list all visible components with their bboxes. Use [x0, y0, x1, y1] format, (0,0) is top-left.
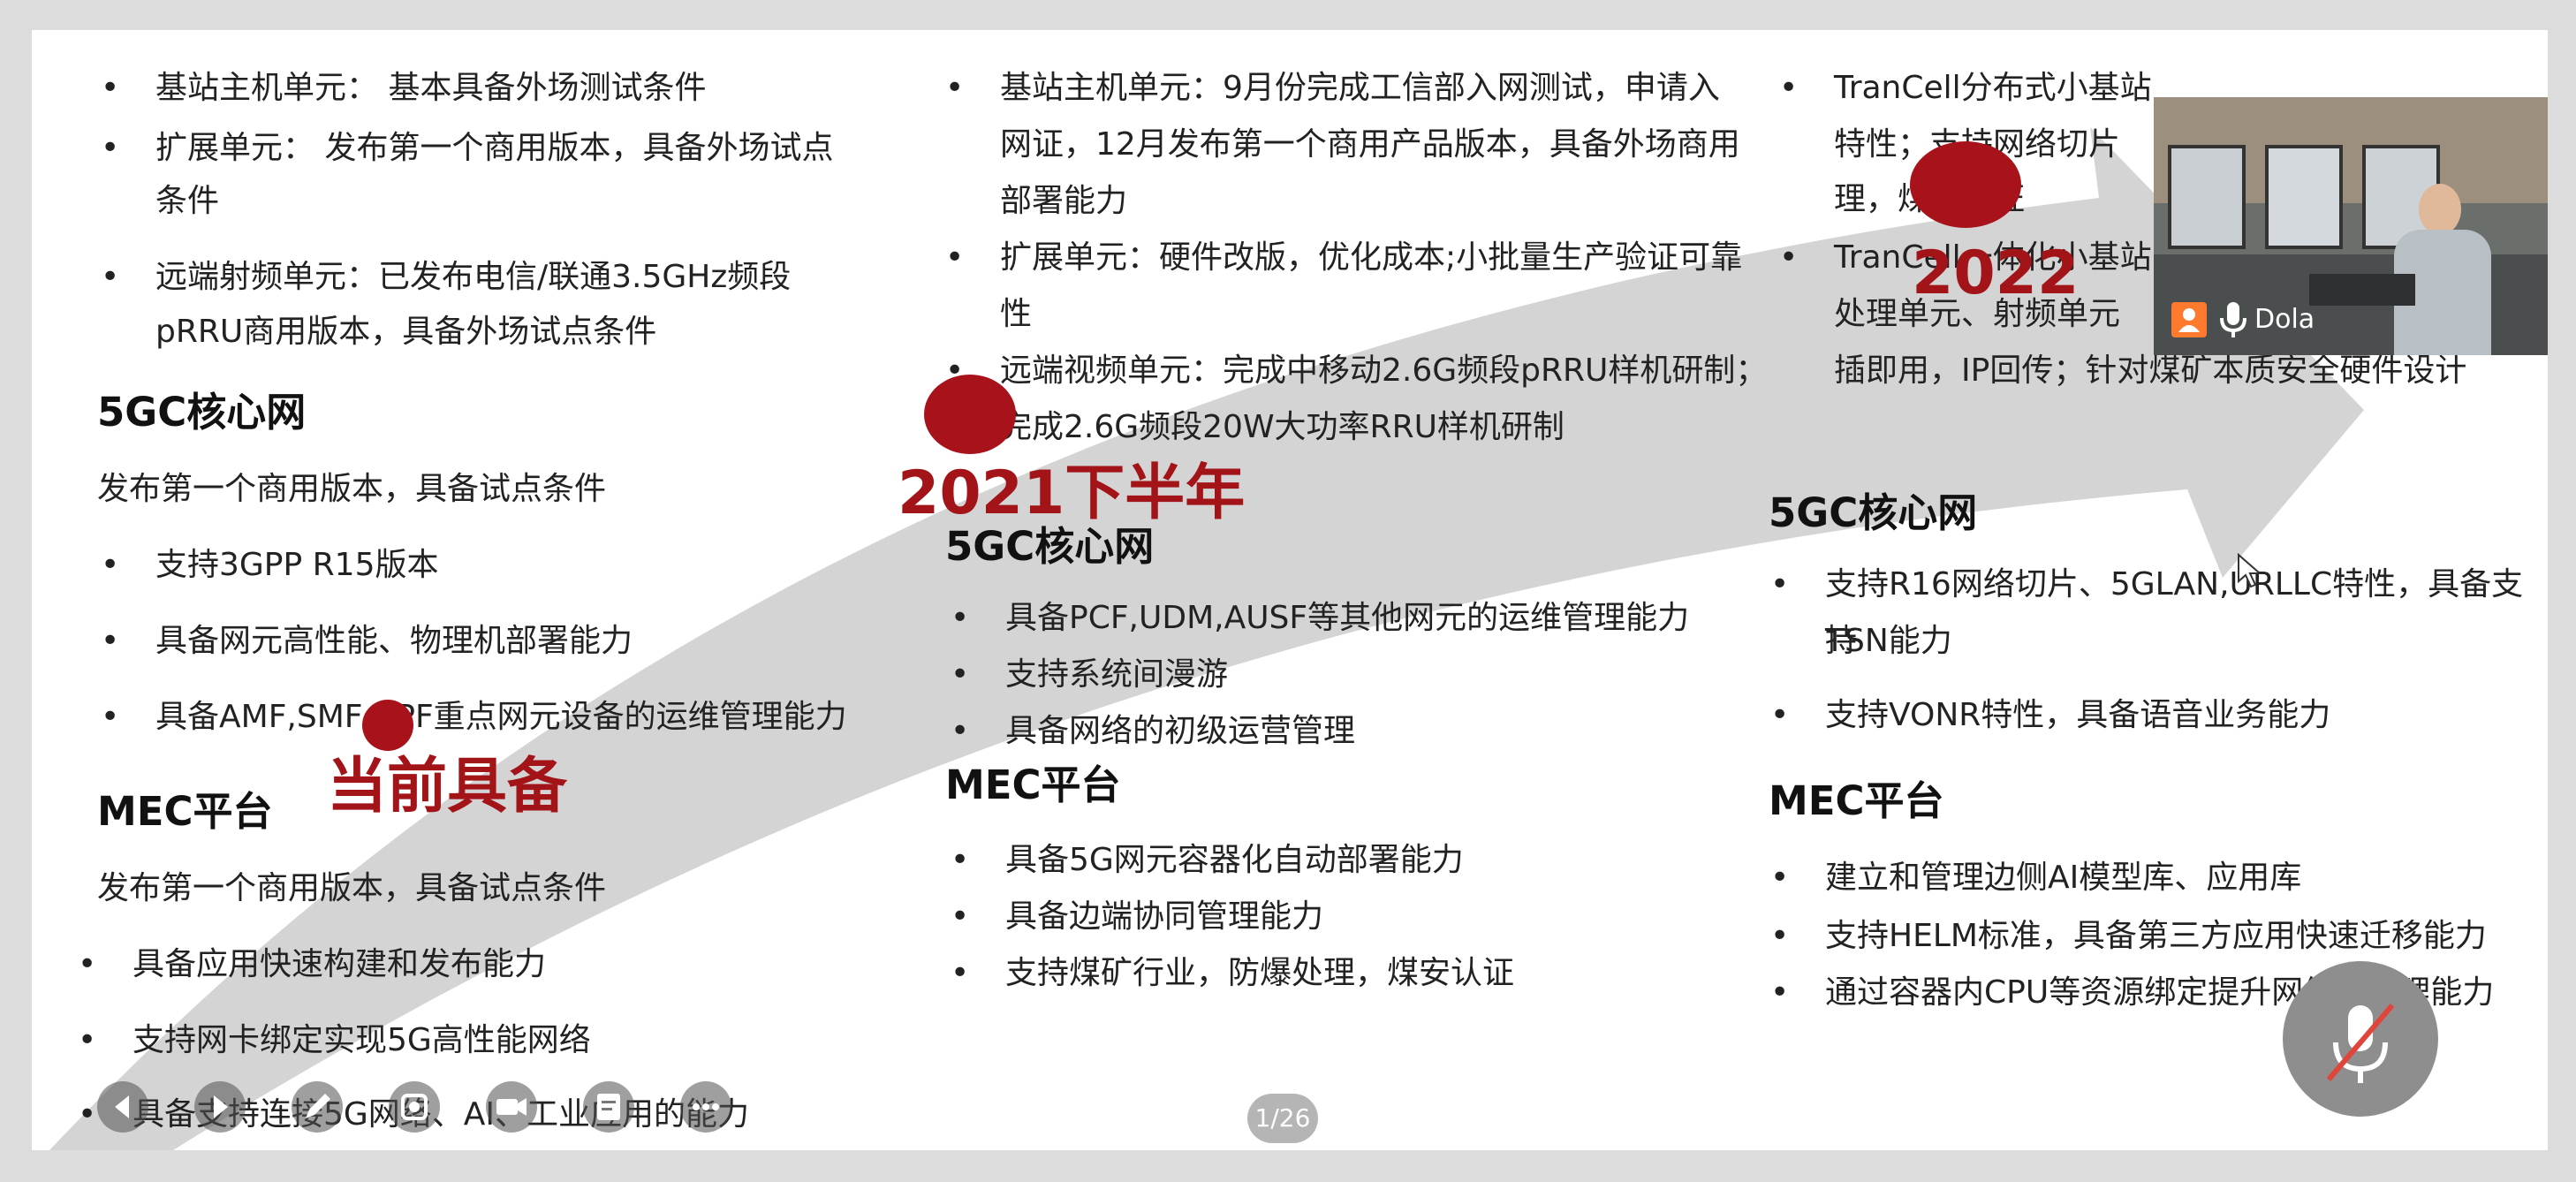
col3-mec-item: 建立和管理边侧AI模型库、应用库: [1770, 850, 2301, 906]
pen-button[interactable]: [292, 1081, 343, 1133]
screenshot-button[interactable]: [389, 1081, 440, 1133]
col2-mec-item: 具备5G网元容器化自动部署能力: [951, 832, 1464, 889]
col1-core-title: 5GC核心网: [97, 389, 307, 436]
participant-name: Dola: [2254, 304, 2315, 335]
microphone-icon: [2216, 299, 2251, 341]
col3-mec-title: MEC平台: [1769, 777, 1944, 824]
play-left-icon: [115, 1095, 129, 1118]
col1-item-base-station: 基站主机单元： 基本具备外场测试条件: [101, 60, 706, 117]
col2-item-base-station: 基站主机单元：9月份完成工信部入网测试，申请入: [945, 60, 1720, 117]
next-slide-button[interactable]: [194, 1081, 246, 1133]
milestone-dot-2022: [1910, 141, 2021, 228]
col3-item-trancell-dist: TranCell分布式小基站: [1779, 60, 2152, 117]
col1-item-extension: 扩展单元： 发布第一个商用版本，具备外场试点: [101, 120, 833, 177]
microphone-off-icon: [2326, 1004, 2395, 1083]
participant-video[interactable]: Dola: [2154, 97, 2548, 355]
col2-mec-item: 具备边端协同管理能力: [951, 889, 1323, 945]
col1-mec-title: MEC平台: [97, 788, 273, 835]
col1-item-remote-rf: 远端射频单元：已发布电信/联通3.5GHz频段: [101, 249, 791, 306]
presentation-slide: 基站主机单元： 基本具备外场测试条件 扩展单元： 发布第一个商用版本，具备外场试…: [32, 30, 2548, 1150]
milestone-dot-2021: [924, 375, 1016, 454]
col2-mec-title: MEC平台: [945, 761, 1121, 808]
col3-mec-item: 支持HELM标准，具备第三方应用快速迁移能力: [1770, 908, 2487, 965]
camera-icon: [496, 1098, 527, 1116]
col1-core-item: 支持3GPP R15版本: [101, 537, 438, 594]
mouse-cursor-icon: [2238, 553, 2262, 588]
mute-microphone-button[interactable]: [2283, 961, 2438, 1117]
col1-mec-intro: 发布第一个商用版本，具备试点条件: [97, 870, 607, 906]
col2-item-base-station-cont: 网证，12月发布第一个商用产品版本，具备外场商用: [1000, 126, 1740, 163]
col1-core-intro: 发布第一个商用版本，具备试点条件: [97, 471, 607, 507]
col2-item-extension-cont: 性: [1000, 296, 1033, 332]
col1-mec-item: 具备应用快速构建和发布能力: [78, 936, 546, 993]
notes-button[interactable]: [583, 1081, 634, 1133]
col2-mec-item: 支持煤矿行业，防爆处理，煤安认证: [951, 945, 1514, 1002]
more-icon: [693, 1103, 719, 1110]
page-indicator: 1/26: [1247, 1094, 1318, 1143]
col2-core-title: 5GC核心网: [945, 523, 1155, 570]
col2-core-item: 支持系统间漫游: [951, 647, 1228, 703]
pen-icon: [306, 1094, 330, 1118]
previous-slide-button[interactable]: [97, 1081, 148, 1133]
col3-core-item-cont: TSN能力: [1825, 623, 1952, 659]
play-right-icon: [214, 1095, 228, 1118]
col2-item-base-station-cont2: 部署能力: [1000, 183, 1128, 219]
capture-icon: [401, 1094, 428, 1120]
user-icon: [2171, 302, 2207, 337]
more-button[interactable]: [680, 1081, 731, 1133]
milestone-2022: 2022: [1912, 239, 2080, 308]
col2-item-remote: 远端视频单元：完成中移动2.6G频段pRRU样机研制；: [945, 343, 1767, 399]
col3-core-item: 支持VONR特性，具备语音业务能力: [1770, 687, 2330, 744]
col3-core-title: 5GC核心网: [1769, 489, 1978, 536]
col2-core-item: 具备PCF,UDM,AUSF等其他网元的运维管理能力: [951, 590, 1689, 647]
notes-icon: [597, 1094, 620, 1120]
camera-button[interactable]: [486, 1081, 537, 1133]
col1-mec-item: 支持网卡绑定实现5G高性能网络: [78, 1012, 591, 1069]
col1-item-remote-rf-cont: pRRU商用版本，具备外场试点条件: [155, 314, 657, 350]
col2-item-extension: 扩展单元：硬件改版，优化成本;小批量生产验证可靠: [945, 230, 1742, 286]
col1-item-extension-cont: 条件: [155, 183, 220, 219]
col1-core-item: 具备网元高性能、物理机部署能力: [101, 613, 633, 670]
col2-core-item: 具备网络的初级运营管理: [951, 703, 1355, 760]
milestone-current: 当前具备: [327, 752, 568, 822]
